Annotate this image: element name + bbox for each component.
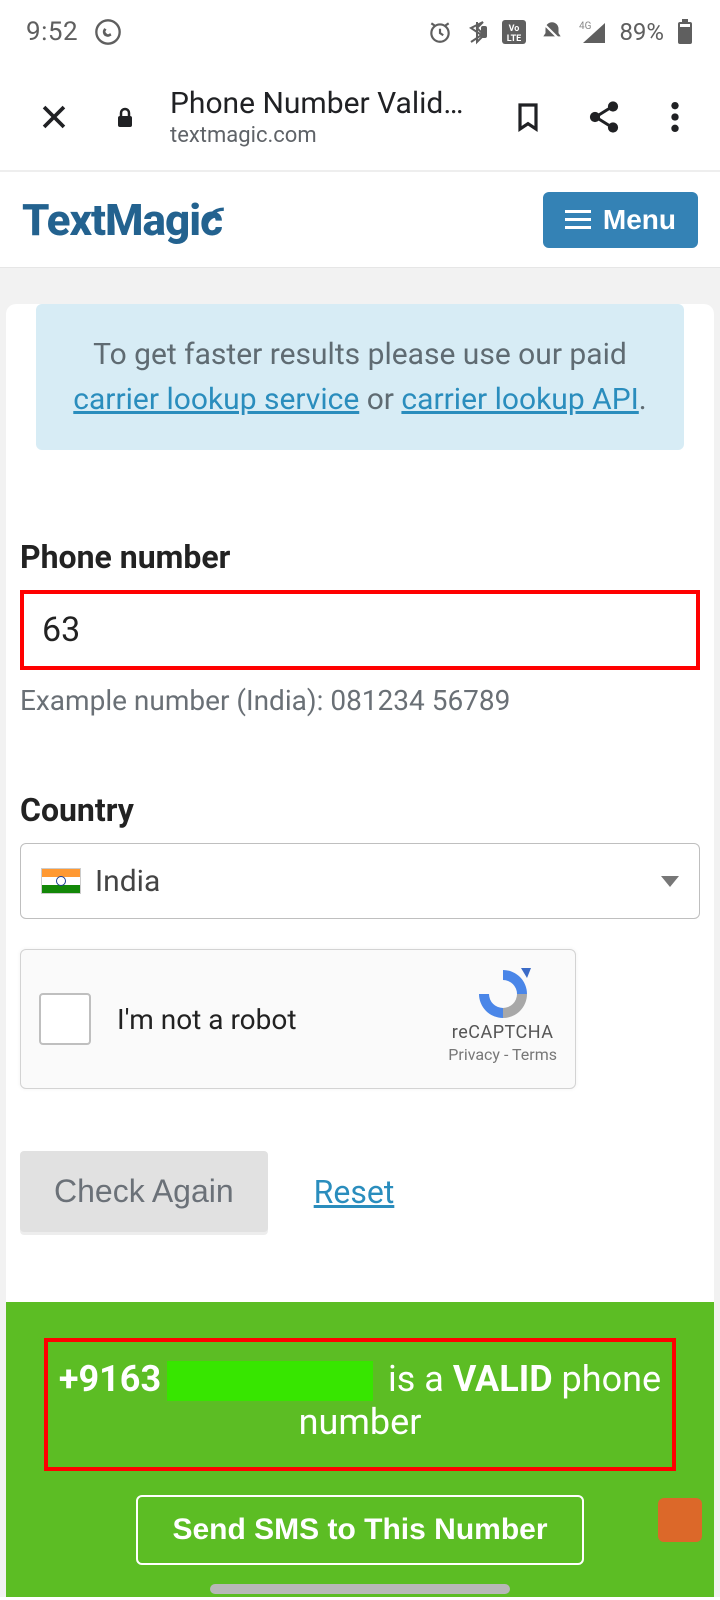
info-notice: To get faster results please use our pai… [36,304,684,450]
mute-icon [539,19,565,45]
country-label: Country [20,791,700,829]
bluetooth-icon [465,19,489,45]
whatsapp-icon [94,18,122,46]
bookmark-icon[interactable] [502,98,554,136]
phone-helper: Example number (India): 081234 56789 [20,684,700,717]
battery-icon [676,18,694,46]
recaptcha-checkbox[interactable] [39,993,91,1045]
svg-text:4G: 4G [579,21,592,32]
svg-text:LTE: LTE [507,34,522,44]
gesture-bar [210,1584,510,1594]
recaptcha-label: I'm not a robot [117,1003,296,1036]
recaptcha-widget: I'm not a robot reCAPTCHA Privacy - Term… [20,949,576,1089]
result-text: +9163 is a VALID phone number [44,1338,676,1471]
floating-badge-icon[interactable] [658,1498,702,1542]
phone-input[interactable] [20,590,700,670]
recaptcha-icon [471,964,535,1018]
signal-icon: 4G [577,19,607,45]
country-value: India [95,864,160,899]
carrier-api-link[interactable]: carrier lookup API [401,382,638,417]
volte-icon: VoLTE [501,19,527,45]
browser-toolbar: Phone Number Valid… textmagic.com [0,64,720,170]
page-host: textmagic.com [170,123,478,148]
reset-link[interactable]: Reset [314,1173,395,1211]
site-header: TextMagic Menu [0,172,720,268]
status-bar: 9:52 VoLTE 4G 89% [0,0,720,64]
chevron-down-icon [661,876,679,887]
menu-label: Menu [603,204,676,236]
hamburger-icon [565,205,591,234]
page-title: Phone Number Valid… [170,86,478,121]
send-sms-button[interactable]: Send SMS to This Number [136,1495,583,1565]
carrier-service-link[interactable]: carrier lookup service [73,382,359,417]
battery-percent: 89% [619,18,664,46]
status-time: 9:52 [26,17,78,47]
svg-text:Vo: Vo [509,24,520,34]
alarm-icon [427,19,453,45]
redacted-number [167,1361,373,1401]
india-flag-icon [41,868,81,894]
overflow-menu-icon[interactable] [654,100,696,134]
check-again-button[interactable]: Check Again [20,1151,268,1232]
close-icon[interactable] [28,100,80,134]
recaptcha-brand: reCAPTCHA [448,1022,557,1043]
share-icon[interactable] [578,99,630,135]
recaptcha-legal[interactable]: Privacy - Terms [448,1045,557,1064]
lock-icon [104,103,146,131]
country-select[interactable]: India [20,843,700,919]
result-banner: +9163 is a VALID phone number Send SMS t… [6,1302,714,1597]
phone-label: Phone number [20,538,700,576]
brand-logo[interactable]: TextMagic [22,194,222,246]
menu-button[interactable]: Menu [543,192,698,248]
